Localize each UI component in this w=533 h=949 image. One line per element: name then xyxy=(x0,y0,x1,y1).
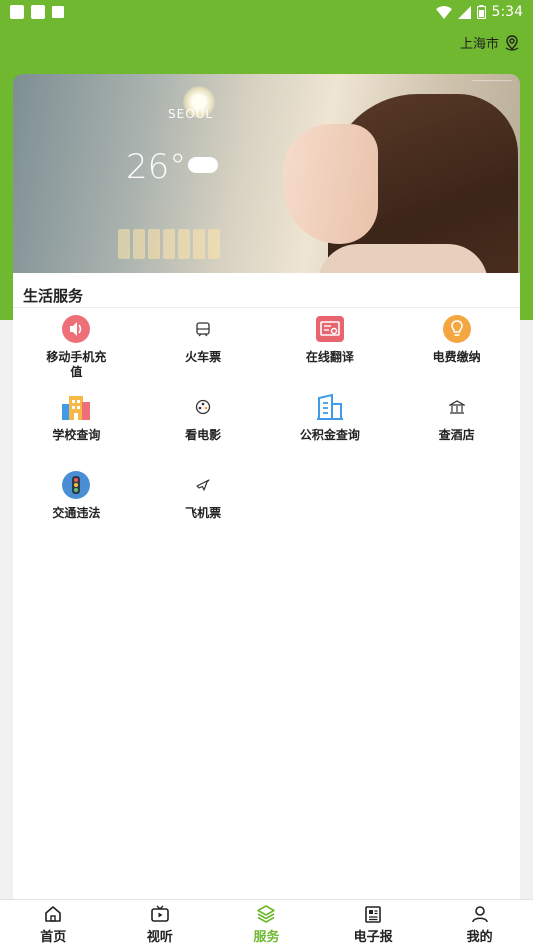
banner-temperature: 26° xyxy=(126,147,187,187)
promo-banner[interactable]: SEOUL 26° xyxy=(13,74,520,274)
tab-e-newspaper[interactable]: 电子报 xyxy=(320,900,427,949)
layers-icon xyxy=(257,905,276,923)
tab-home[interactable]: 首页 xyxy=(0,900,107,949)
tab-audio-video[interactable]: 视听 xyxy=(107,900,214,949)
banner-city: SEOUL xyxy=(168,107,214,121)
section-title: 生活服务 xyxy=(23,287,84,305)
service-label: 在线翻译 xyxy=(305,350,354,364)
wifi-icon xyxy=(435,5,452,19)
lightbulb-icon xyxy=(442,314,472,344)
film-reel-icon xyxy=(188,392,218,422)
service-label: 公积金查询 xyxy=(299,428,360,442)
service-train-ticket[interactable]: 火车票 xyxy=(140,314,267,392)
tab-label: 我的 xyxy=(466,930,493,945)
service-movies[interactable]: 看电影 xyxy=(140,392,267,470)
battery-icon xyxy=(476,5,486,19)
tab-label: 电子报 xyxy=(353,930,393,945)
cloud-icon xyxy=(188,157,218,173)
tab-label: 视听 xyxy=(146,930,173,945)
school-building-icon xyxy=(61,392,91,422)
service-label: 移动手机充值 xyxy=(46,350,107,379)
service-hotel[interactable]: 查酒店 xyxy=(393,392,520,470)
tab-services[interactable]: 服务 xyxy=(213,900,320,949)
notification-icon xyxy=(31,5,45,19)
service-traffic-violation[interactable]: 交通违法 xyxy=(13,470,140,548)
service-label: 学校查询 xyxy=(52,428,101,442)
tab-label: 首页 xyxy=(40,930,67,945)
translate-icon xyxy=(315,314,345,344)
location-pin-icon xyxy=(505,34,519,51)
notification-icon xyxy=(10,5,24,19)
banner-person-photo xyxy=(278,94,518,274)
service-online-translate[interactable]: 在线翻译 xyxy=(267,314,394,392)
location-label: 上海市 xyxy=(459,37,499,52)
notification-icon xyxy=(52,6,64,18)
weather-widget-illustration: SEOUL 26° xyxy=(118,99,220,269)
service-label: 查酒店 xyxy=(438,428,475,442)
service-label: 看电影 xyxy=(185,428,222,442)
services-card: 生活服务 移动手机充值 火车票 在线翻译 电费缴纳 学校查询 看电影 公积金查询… xyxy=(13,273,520,899)
status-bar: 5:34 xyxy=(0,0,533,24)
service-housing-fund[interactable]: 公积金查询 xyxy=(267,392,394,470)
bottom-tab-bar: 首页 视听 服务 电子报 我的 xyxy=(0,899,533,949)
tab-profile[interactable]: 我的 xyxy=(426,900,533,949)
user-icon xyxy=(471,906,488,923)
service-mobile-recharge[interactable]: 移动手机充值 xyxy=(13,314,140,392)
traffic-light-icon xyxy=(61,470,91,500)
train-icon xyxy=(188,314,218,344)
newspaper-icon xyxy=(365,906,381,923)
service-electricity-bill[interactable]: 电费缴纳 xyxy=(393,314,520,392)
office-building-icon xyxy=(315,392,345,422)
tab-label: 服务 xyxy=(253,930,280,945)
service-flight-ticket[interactable]: 飞机票 xyxy=(140,470,267,548)
phone-recharge-icon xyxy=(61,314,91,344)
airplane-icon xyxy=(188,470,218,500)
location-selector[interactable]: 上海市 xyxy=(460,33,521,52)
service-label: 飞机票 xyxy=(185,506,222,520)
service-label: 交通违法 xyxy=(52,506,101,520)
service-label: 电费缴纳 xyxy=(432,350,481,364)
status-time: 5:34 xyxy=(491,4,523,20)
hotel-icon xyxy=(442,392,472,422)
service-school-query[interactable]: 学校查询 xyxy=(13,392,140,470)
services-grid: 移动手机充值 火车票 在线翻译 电费缴纳 学校查询 看电影 公积金查询 查酒店 … xyxy=(13,314,520,548)
tv-icon xyxy=(151,905,169,922)
signal-icon xyxy=(457,5,471,19)
service-label: 火车票 xyxy=(185,350,222,364)
home-icon xyxy=(45,906,62,922)
